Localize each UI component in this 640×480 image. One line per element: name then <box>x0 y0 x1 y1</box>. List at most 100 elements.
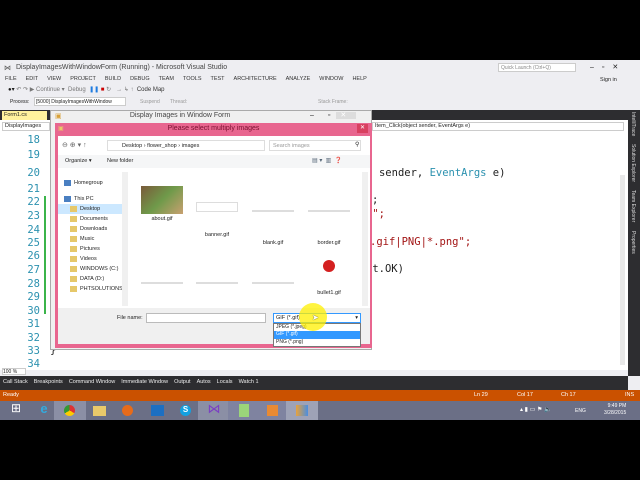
process-dropdown[interactable]: [5000] DisplayImagesWithWindow <box>34 97 126 106</box>
side-tab[interactable]: Properties <box>630 231 636 254</box>
filter-option-selected[interactable]: GIF (*.gif) <box>274 331 360 339</box>
bottom-tab[interactable]: Command Window <box>69 379 115 385</box>
menu-item[interactable]: ANALYZE <box>286 76 311 82</box>
address-bar[interactable]: Desktop › flower_shop › images <box>107 140 265 151</box>
file-item[interactable]: banner.gif <box>192 186 242 238</box>
folder-icon <box>70 246 77 252</box>
file-item[interactable]: bullet1.gif <box>304 258 354 304</box>
file-thumbnail <box>248 210 298 240</box>
visual-studio-taskbar-icon[interactable]: ⋈ <box>198 401 230 420</box>
vertical-scrollbar[interactable] <box>620 175 625 365</box>
folder-icon <box>70 286 77 292</box>
menu-item[interactable]: ARCHITECTURE <box>234 76 277 82</box>
form-controls[interactable]: – ▫ ✕ <box>310 111 357 119</box>
files-scrollbar[interactable] <box>362 172 368 306</box>
view-options-icons[interactable]: ▤ ▾ ▥ ❓ <box>312 157 342 164</box>
file-name-label: File name: <box>117 315 143 321</box>
quick-launch-input[interactable]: Quick Launch (Ctrl+Q) <box>498 63 576 72</box>
nav-item[interactable]: DATA (D:) <box>58 274 124 284</box>
clock[interactable]: 9:49 PM 3/28/2015 <box>604 403 626 417</box>
line-number: 23 <box>27 210 40 222</box>
nav-item[interactable]: This PC <box>58 194 124 204</box>
bottom-tab[interactable]: Locals <box>217 379 233 385</box>
menu-item[interactable]: EDIT <box>26 76 39 82</box>
nav-item[interactable]: Videos <box>58 254 124 264</box>
winform-app-icon[interactable] <box>286 401 318 420</box>
line-number: 20 <box>27 167 40 179</box>
nav-item[interactable]: Documents <box>58 214 124 224</box>
file-item[interactable]: blank.gif <box>248 186 298 246</box>
bottom-tab[interactable]: Output <box>174 379 191 385</box>
system-tray-icons[interactable]: ▴ ▮ ▭ ⚑ 🔈 <box>520 406 552 413</box>
nav-item[interactable]: Pictures <box>58 244 124 254</box>
notepad-icon[interactable] <box>228 401 260 420</box>
filter-option[interactable]: PNG (*.png) <box>274 339 360 346</box>
folder-icon <box>70 266 77 272</box>
code-line: .gif|PNG|*.png"; <box>370 236 472 248</box>
nav-item[interactable]: PHTSOLUTIONS <box>58 284 124 294</box>
line-number: 29 <box>27 291 40 303</box>
suspend-button[interactable]: Suspend <box>140 99 160 105</box>
chrome-icon[interactable] <box>54 401 86 420</box>
tab-form1-cs[interactable]: Form1.cs <box>2 111 47 120</box>
menu-item[interactable]: FILE <box>5 76 17 82</box>
mouse-cursor-icon: ➤ <box>312 313 319 322</box>
folder-icon <box>70 216 77 222</box>
file-item[interactable]: border.gif <box>304 186 354 246</box>
bottom-tab[interactable]: Call Stack <box>3 379 28 385</box>
menu-item[interactable]: TEST <box>210 76 224 82</box>
line-number: 22 <box>27 196 40 208</box>
line-number: 32 <box>27 332 40 344</box>
folder-icon <box>70 276 77 282</box>
menu-item[interactable]: PROJECT <box>70 76 96 82</box>
bottom-tab[interactable]: Autos <box>197 379 211 385</box>
folder-icon <box>64 180 71 186</box>
status-bar: Ready Ln 29 Col 17 Ch 17 INS <box>0 390 640 401</box>
nav-item[interactable]: Homegroup <box>58 178 124 188</box>
language-indicator[interactable]: ENG <box>575 408 586 414</box>
file-item[interactable]: box_bottom.gif <box>137 258 187 318</box>
sign-in-link[interactable]: Sign in <box>600 77 617 83</box>
nav-item[interactable]: Downloads <box>58 224 124 234</box>
bottom-tab[interactable]: Immediate Window <box>121 379 168 385</box>
window-controls[interactable]: –▫✕ <box>590 63 626 71</box>
file-name-input[interactable] <box>146 313 266 323</box>
side-tab[interactable]: Team Explorer <box>630 190 636 222</box>
bottom-tab[interactable]: Watch 1 <box>239 379 259 385</box>
firefox-icon[interactable] <box>112 401 144 420</box>
bottom-tab[interactable]: Breakpoints <box>34 379 63 385</box>
line-number: 27 <box>27 264 40 276</box>
zoom-dropdown[interactable]: 100 % <box>2 368 26 375</box>
file-item[interactable]: about.gif <box>137 186 187 232</box>
nav-item[interactable]: WINDOWS (C:) <box>58 264 124 274</box>
side-tab[interactable]: IntelliTrace <box>630 112 636 136</box>
menu-item[interactable]: WINDOW <box>319 76 343 82</box>
nav-item[interactable]: Music <box>58 234 124 244</box>
file-name: bullet1.gif <box>317 290 341 296</box>
line-number: 33 <box>27 345 40 357</box>
nav-member-dropdown[interactable]: Item_Click(object sender, EventArgs e) <box>372 122 624 131</box>
menu-item[interactable]: DEBUG <box>130 76 150 82</box>
media-icon[interactable] <box>257 401 289 420</box>
search-input[interactable]: Search images <box>269 140 361 151</box>
menu-item[interactable]: VIEW <box>47 76 61 82</box>
change-marker <box>44 196 46 314</box>
dialog-close-button[interactable]: ✕ <box>357 124 368 133</box>
nav-buttons[interactable]: ⊖ ⊕ ▾ ↑ <box>62 141 87 149</box>
menu-bar: FILE EDIT VIEW PROJECT BUILD DEBUG TEAM TOOLS TE… <box>5 76 376 82</box>
nav-type-dropdown[interactable]: DisplayImages <box>2 122 50 131</box>
menu-item[interactable]: TEAM <box>159 76 174 82</box>
vs-logo-icon: ⋈ <box>4 65 11 72</box>
menu-item[interactable]: BUILD <box>105 76 121 82</box>
file-item[interactable]: box_top.gif <box>248 258 298 318</box>
menu-item[interactable]: TOOLS <box>183 76 202 82</box>
nav-item[interactable]: Desktop <box>58 204 124 214</box>
file-item[interactable]: box_center.gif <box>192 258 242 318</box>
new-folder-button[interactable]: New folder <box>107 158 133 164</box>
navigation-pane: Homegroup This PC Desktop Documents Download… <box>58 178 124 294</box>
organize-button[interactable]: Organize ▾ <box>65 158 92 164</box>
nav-scrollbar[interactable] <box>122 172 128 306</box>
side-tab[interactable]: Solution Explorer <box>630 144 636 182</box>
line-number: 31 <box>27 318 40 330</box>
menu-item[interactable]: HELP <box>352 76 366 82</box>
